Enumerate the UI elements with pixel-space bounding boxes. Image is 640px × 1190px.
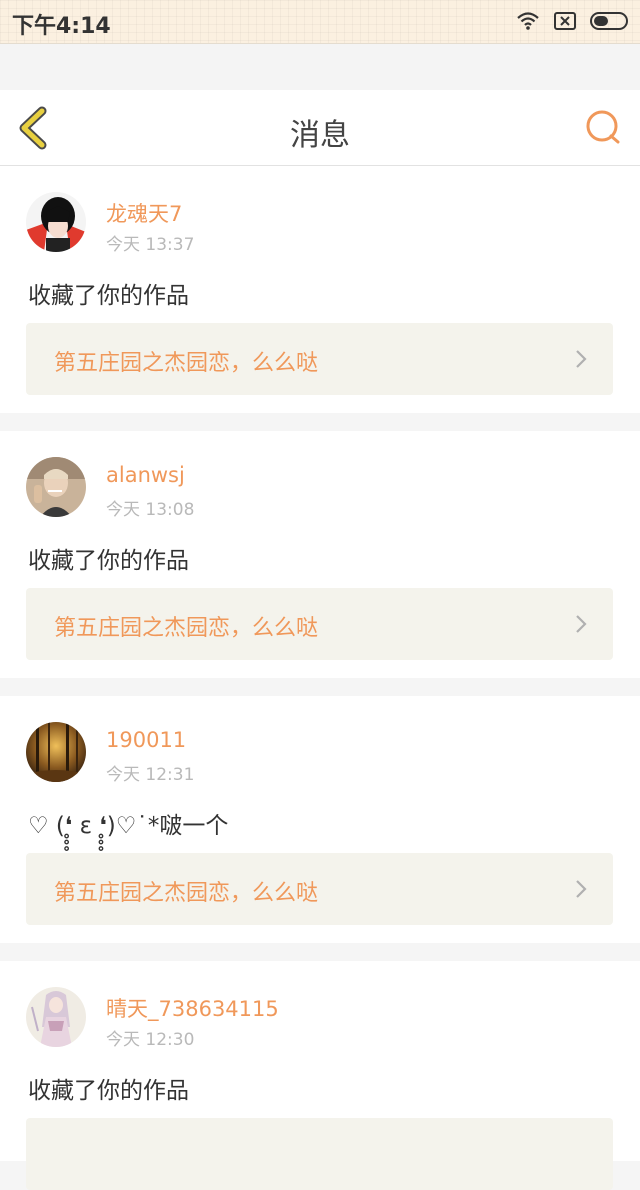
- work-link[interactable]: 第五庄园之杰园恋，么么哒: [26, 588, 613, 660]
- username[interactable]: 龙魂天7: [106, 198, 182, 228]
- work-link[interactable]: [26, 1118, 613, 1190]
- chevron-right-icon: [575, 349, 587, 369]
- status-bar: 下午4:14: [0, 0, 640, 44]
- timestamp: 今天 12:30: [106, 1030, 195, 1050]
- message-card: 晴天_738634115 今天 12:30 收藏了你的作品: [0, 961, 640, 1190]
- avatar[interactable]: [26, 987, 86, 1047]
- avatar[interactable]: [26, 192, 86, 252]
- page-title: 消息: [290, 118, 350, 153]
- message-text: 收藏了你的作品: [28, 1078, 189, 1104]
- username[interactable]: alanwsj: [106, 463, 185, 487]
- timestamp: 今天 12:31: [106, 765, 195, 785]
- message-text: ♡ (❛̥̥̥ ε ❛̥̥̥)♡˙*啵一个: [28, 813, 229, 839]
- work-link[interactable]: 第五庄园之杰园恋，么么哒: [26, 853, 613, 925]
- work-title: 第五庄园之杰园恋，么么哒: [54, 616, 319, 641]
- avatar[interactable]: [26, 722, 86, 782]
- status-time: 下午4:14: [12, 14, 111, 39]
- work-title: 第五庄园之杰园恋，么么哒: [54, 351, 319, 376]
- navigation-bar: 消息: [0, 90, 640, 166]
- avatar[interactable]: [26, 457, 86, 517]
- timestamp: 今天 13:37: [106, 235, 195, 255]
- search-icon: [584, 110, 624, 152]
- chevron-right-icon: [575, 614, 587, 634]
- header-spacer: [0, 44, 640, 90]
- status-icons: [516, 11, 630, 35]
- battery-icon: [590, 11, 630, 35]
- username[interactable]: 晴天_738634115: [106, 993, 279, 1023]
- message-card: alanwsj 今天 13:08 收藏了你的作品 第五庄园之杰园恋，么么哒: [0, 431, 640, 678]
- message-card: 190011 今天 12:31 ♡ (❛̥̥̥ ε ❛̥̥̥)♡˙*啵一个 第五…: [0, 696, 640, 943]
- message-list: 龙魂天7 今天 13:37 收藏了你的作品 第五庄园之杰园恋，么么哒 alanw…: [0, 166, 640, 1190]
- work-title: 第五庄园之杰园恋，么么哒: [54, 881, 319, 906]
- search-button[interactable]: [584, 108, 624, 148]
- message-text: 收藏了你的作品: [28, 548, 189, 574]
- wifi-icon: [516, 11, 540, 35]
- timestamp: 今天 13:08: [106, 500, 195, 520]
- chevron-right-icon: [575, 879, 587, 899]
- username[interactable]: 190011: [106, 728, 186, 752]
- message-text: 收藏了你的作品: [28, 283, 189, 309]
- no-sim-icon: [554, 11, 576, 35]
- work-link[interactable]: 第五庄园之杰园恋，么么哒: [26, 323, 613, 395]
- message-card: 龙魂天7 今天 13:37 收藏了你的作品 第五庄园之杰园恋，么么哒: [0, 166, 640, 413]
